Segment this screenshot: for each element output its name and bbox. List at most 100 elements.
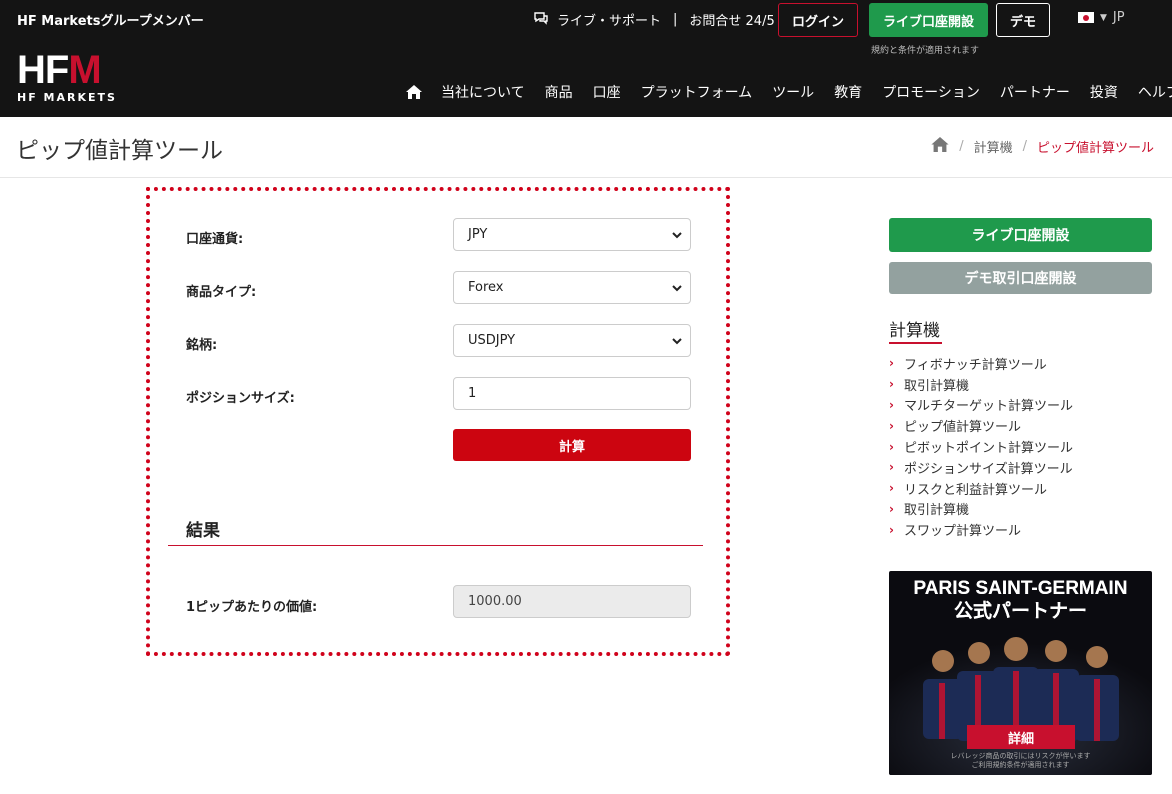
account-currency-value: JPY [468,227,488,242]
language-code: JP [1112,10,1125,25]
link-label: ピボットポイント計算ツール [904,441,1074,457]
calculate-button[interactable]: 計算 [453,429,691,461]
position-size-value: 1 [468,386,477,401]
list-item[interactable]: › 取引計算機 [889,499,1073,520]
chevron-right-icon: › [889,377,894,392]
link-label: リスクと利益計算ツール [904,482,1048,498]
breadcrumb-separator: / [959,139,964,154]
banner-disclaimer: レバレッジ商品の取引にはリスクが伴います ご利用規約条件が適用されます [889,752,1152,770]
instrument-type-select[interactable]: Forex [453,271,691,304]
contact-link[interactable]: お問合せ 24/5 [689,10,774,29]
banner-title-overlay: PARIS SAINT-GERMAIN 公式パートナー [889,577,1152,623]
nav-item-education[interactable]: 教育 [834,82,862,102]
chat-icon[interactable] [533,11,549,29]
sidebar-title-underline [889,342,942,344]
list-item[interactable]: › フィボナッチ計算ツール [889,353,1073,374]
symbol-select[interactable]: USDJPY [453,324,691,357]
breadcrumb: / 計算機 / ピップ値計算ツール [931,137,1154,156]
site-header: HF Marketsグループメンバー ライブ・サポート | お問合せ 24/5 … [0,0,1172,117]
chevron-right-icon: › [889,460,894,475]
list-item[interactable]: › ピップ値計算ツール [889,415,1073,436]
psg-partner-banner[interactable]: PARIS SAINT-GERMAIN 公式パートナー PARIS SAINT-… [889,571,1152,775]
nav-item-about[interactable]: 当社について [441,82,525,102]
position-size-label: ポジションサイズ: [186,391,295,406]
link-label: スワップ計算ツール [904,524,1022,540]
title-bar: ピップ値計算ツール / 計算機 / ピップ値計算ツール [0,117,1172,178]
result-heading: 結果 [186,521,220,541]
account-currency-label: 口座通貨: [186,232,244,247]
list-item[interactable]: › スワップ計算ツール [889,519,1073,540]
home-icon[interactable] [931,137,949,156]
nav-item-tools[interactable]: ツール [772,82,814,102]
nav-item-promotions[interactable]: プロモーション [882,82,980,102]
nav-item-accounts[interactable]: 口座 [593,82,621,102]
nav-item-invest[interactable]: 投資 [1090,82,1118,102]
sidebar-live-account-button[interactable]: ライブ口座開設 [889,218,1152,252]
breadcrumb-separator: / [1022,139,1027,154]
japan-flag-icon [1078,12,1094,23]
chevron-right-icon: › [889,439,894,454]
terms-note: 規約と条件が適用されます [871,46,980,56]
symbol-label: 銘柄: [186,338,218,353]
instrument-type-label: 商品タイプ: [186,285,257,300]
logo-mark-accent: M [68,48,101,92]
symbol-value: USDJPY [468,333,516,348]
page-title: ピップ値計算ツール [16,138,223,164]
divider: | [673,12,678,27]
banner-disclaimer-line2: ご利用規約条件が適用されます [971,761,1070,769]
pip-calculator-panel: 口座通貨: JPY 商品タイプ: Forex 銘柄: USDJPY ポジションサ… [146,187,730,656]
link-label: マルチターゲット計算ツール [904,399,1074,415]
banner-disclaimer-line1: レバレッジ商品の取引にはリスクが伴います [950,752,1091,760]
sidebar-demo-account-button[interactable]: デモ取引口座開設 [889,262,1152,294]
chevron-down-icon [672,232,682,239]
link-label: 取引計算機 [904,503,970,519]
breadcrumb-current: ピップ値計算ツール [1036,141,1154,156]
language-selector[interactable]: ▼ JP [1078,10,1125,25]
nav-item-products[interactable]: 商品 [545,82,573,102]
pip-value-value: 1000.00 [468,594,522,609]
list-item[interactable]: › ピボットポイント計算ツール [889,436,1073,457]
chevron-right-icon: › [889,356,894,371]
pip-value-output: 1000.00 [453,585,691,618]
instrument-type-value: Forex [468,280,504,295]
position-size-input[interactable]: 1 [453,377,691,410]
chevron-right-icon: › [889,397,894,412]
nav-item-partners[interactable]: パートナー [1000,82,1070,102]
list-item[interactable]: › マルチターゲット計算ツール [889,395,1073,416]
pip-value-label: 1ピップあたりの価値: [186,600,318,615]
result-divider [168,545,703,546]
calculator-links: › フィボナッチ計算ツール › 取引計算機 › マルチターゲット計算ツール › ピップ値… [889,353,1073,540]
chevron-right-icon: › [889,522,894,537]
logo-subtitle: HF MARKETS [17,91,117,104]
nav-item-platforms[interactable]: プラットフォーム [641,82,753,102]
support-area: ライブ・サポート | お問合せ 24/5 [533,10,775,29]
chevron-down-icon [672,338,682,345]
main-nav: 当社について 商品 口座 プラットフォーム ツール 教育 プロモーション パート… [406,82,1172,102]
demo-button[interactable]: デモ [996,3,1050,37]
logo-mark-main: HF [17,48,69,92]
group-member-text: HF Marketsグループメンバー [17,14,204,29]
live-support-link[interactable]: ライブ・サポート [557,10,661,29]
link-label: ポジションサイズ計算ツール [904,461,1073,477]
account-currency-select[interactable]: JPY [453,218,691,251]
banner-title-line1: PARIS SAINT-GERMAIN [913,578,1128,599]
nav-item-help[interactable]: ヘルプ [1138,82,1172,102]
link-label: ピップ値計算ツール [904,420,1022,436]
link-label: 取引計算機 [904,378,970,394]
sidebar-title: 計算機 [889,321,940,341]
chevron-right-icon: › [889,418,894,433]
breadcrumb-calculators[interactable]: 計算機 [974,137,1013,156]
link-label: フィボナッチ計算ツール [904,357,1047,373]
chevron-down-icon: ▼ [1100,12,1107,23]
banner-title-line2: 公式パートナー [953,601,1087,622]
chevron-right-icon: › [889,501,894,516]
hfm-logo[interactable]: HFM HF MARKETS [17,50,117,104]
list-item[interactable]: › リスクと利益計算ツール [889,478,1073,499]
login-button[interactable]: ログイン [778,3,858,37]
home-icon[interactable] [406,85,422,99]
open-live-account-button[interactable]: ライブ口座開設 [869,3,988,37]
chevron-right-icon: › [889,481,894,496]
list-item[interactable]: › ポジションサイズ計算ツール [889,457,1073,478]
banner-details-button[interactable]: 詳細 [967,725,1075,749]
list-item[interactable]: › 取引計算機 [889,374,1073,395]
